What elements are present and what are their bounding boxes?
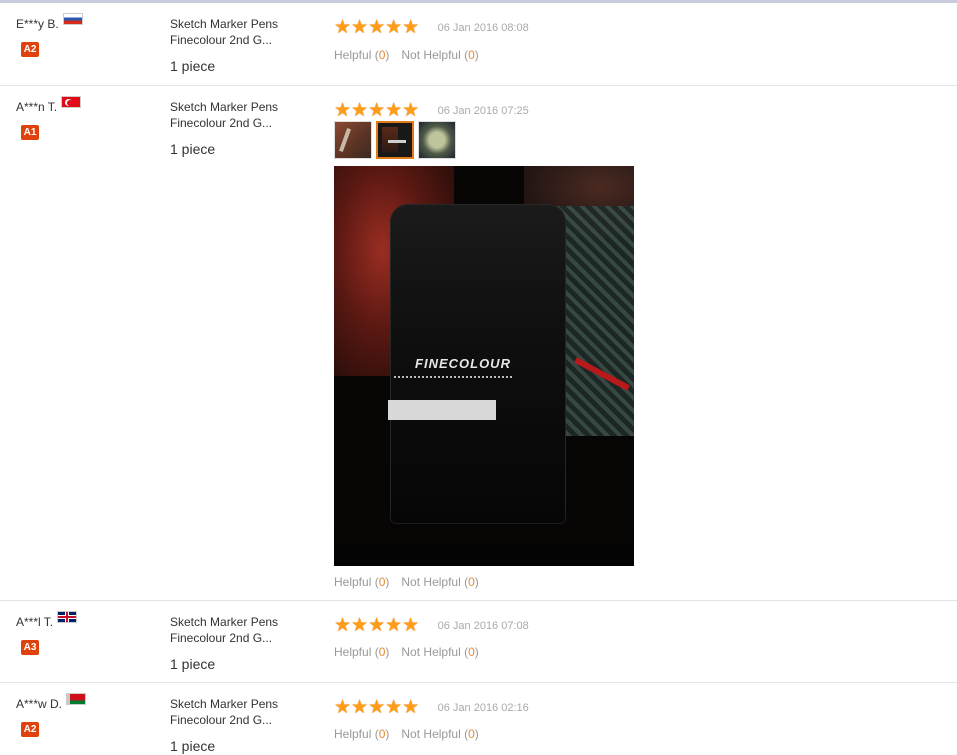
not-helpful-button[interactable]: Not Helpful (0) [401,575,478,589]
review-item: A***w D. A2 Sketch Marker Pens Finecolou… [0,683,957,755]
russia-flag-icon [62,13,83,25]
review-date: 06 Jan 2016 07:08 [437,620,529,632]
photo-brand-text: FINECOLOUR [415,356,511,371]
not-helpful-label: Not Helpful [401,48,461,62]
order-quantity: 1 piece [170,141,216,157]
buyer-name: A***w D. [16,696,63,711]
helpful-votes: Helpful (0) Not Helpful (0) [334,645,479,659]
review-item: A***l T. A3 Sketch Marker Pens Finecolou… [0,601,957,683]
helpful-button[interactable]: Helpful (0) [334,645,389,659]
buyer-name: A***l T. [16,614,54,629]
helpful-count: 0 [378,645,386,659]
buyer-info: A***l T. A3 [16,611,166,655]
order-quantity: 1 piece [170,656,216,672]
buyer-name: A***n T. [16,99,58,114]
not-helpful-count: 0 [468,727,475,741]
not-helpful-label: Not Helpful [401,575,461,589]
rating: ★★★★★ 06 Jan 2016 07:08 [334,615,529,636]
star-rating-icon: ★★★★★ [334,100,420,121]
product-name-link[interactable]: Sketch Marker Pens Finecolour 2nd G... [170,99,320,131]
helpful-votes: Helpful (0) Not Helpful (0) [334,575,479,589]
helpful-label: Helpful [334,645,372,659]
not-helpful-count: 0 [468,575,475,589]
buyer-name: E***y B. [16,16,59,31]
helpful-button[interactable]: Helpful (0) [334,727,389,741]
review-date: 06 Jan 2016 08:08 [437,22,529,34]
not-helpful-label: Not Helpful [401,727,461,741]
review-date: 06 Jan 2016 02:16 [437,702,529,714]
case-label [388,400,496,420]
buyer-info: E***y B. A2 [16,13,166,57]
buyer-level-badge: A2 [21,722,39,737]
not-helpful-button[interactable]: Not Helpful (0) [401,48,478,62]
rating: ★★★★★ 06 Jan 2016 08:08 [334,17,529,38]
buyer-level-badge: A2 [21,42,39,57]
star-rating-icon: ★★★★★ [334,697,420,718]
review-item: E***y B. A2 Sketch Marker Pens Finecolou… [0,3,957,86]
buyer-level-badge: A3 [21,640,39,655]
buyer-level-badge: A1 [21,125,39,140]
product-name-link[interactable]: Sketch Marker Pens Finecolour 2nd G... [170,16,320,48]
star-rating-icon: ★★★★★ [334,17,420,38]
review-photo[interactable]: FINECOLOUR [334,166,634,566]
rating: ★★★★★ 06 Jan 2016 02:16 [334,697,529,718]
not-helpful-count: 0 [468,48,475,62]
star-rating-icon: ★★★★★ [334,615,420,636]
turkey-flag-icon [61,96,82,108]
helpful-button[interactable]: Helpful (0) [334,48,389,62]
helpful-button[interactable]: Helpful (0) [334,575,389,589]
helpful-count: 0 [378,575,386,589]
buyer-info: A***w D. A2 [16,693,166,737]
uk-flag-icon [57,611,78,623]
not-helpful-count: 0 [468,645,475,659]
product-name-link[interactable]: Sketch Marker Pens Finecolour 2nd G... [170,696,320,728]
review-date: 06 Jan 2016 07:25 [437,105,529,117]
review-item: A***n T. A1 Sketch Marker Pens Finecolou… [0,86,957,601]
product-name-link[interactable]: Sketch Marker Pens Finecolour 2nd G... [170,614,320,646]
photo-thumbnail-1[interactable] [334,121,372,159]
photo-thumbnails [334,121,460,161]
rating: ★★★★★ 06 Jan 2016 07:25 [334,100,529,121]
order-quantity: 1 piece [170,58,216,74]
helpful-label: Helpful [334,48,372,62]
not-helpful-button[interactable]: Not Helpful (0) [401,645,478,659]
photo-thumbnail-3[interactable] [418,121,456,159]
buyer-info: A***n T. A1 [16,96,166,140]
helpful-votes: Helpful (0) Not Helpful (0) [334,48,479,62]
helpful-count: 0 [378,48,386,62]
not-helpful-label: Not Helpful [401,645,461,659]
belarus-flag-icon [66,693,87,705]
helpful-count: 0 [378,727,386,741]
helpful-votes: Helpful (0) Not Helpful (0) [334,727,479,741]
helpful-label: Helpful [334,727,372,741]
helpful-label: Helpful [334,575,372,589]
order-quantity: 1 piece [170,738,216,754]
photo-thumbnail-2[interactable] [376,121,414,159]
not-helpful-button[interactable]: Not Helpful (0) [401,727,478,741]
